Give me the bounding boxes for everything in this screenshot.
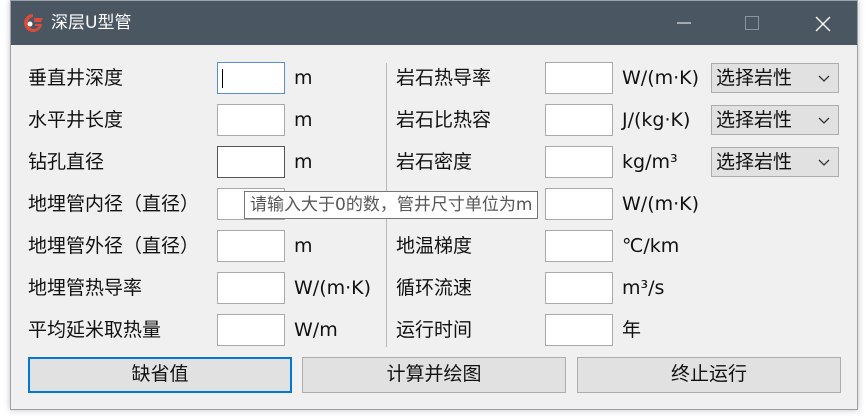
text-caret [222, 69, 223, 88]
input-hidden-param[interactable] [545, 188, 613, 220]
chevron-down-icon [818, 75, 830, 82]
unit-geothermal-gradient: ℃/km [622, 235, 680, 257]
label-pipe-inner-diameter: 地埋管内径（直径） [28, 193, 200, 215]
unit-pipe-outer-diameter: m [294, 235, 313, 257]
input-pipe-outer-diameter[interactable] [217, 230, 285, 262]
unit-rock-thermal-conductivity: W/(m·K) [622, 67, 700, 89]
chevron-down-icon [818, 117, 830, 124]
label-rock-thermal-conductivity: 岩石热导率 [396, 67, 492, 89]
window-title: 深层U型管 [51, 13, 132, 33]
unit-hidden-param: W/(m·K) [622, 193, 700, 215]
input-rock-density[interactable] [545, 146, 613, 178]
maximize-icon [745, 16, 759, 30]
input-geothermal-gradient[interactable] [545, 230, 613, 262]
label-vertical-depth: 垂直井深度 [28, 67, 124, 89]
label-pipe-thermal-conductivity: 地埋管热导率 [28, 277, 143, 299]
input-vertical-depth[interactable] [217, 62, 285, 94]
app-logo-icon [21, 12, 45, 34]
close-icon [815, 16, 831, 32]
label-borehole-diameter: 钻孔直径 [28, 151, 105, 173]
close-button[interactable] [799, 1, 845, 45]
unit-vertical-depth: m [294, 67, 313, 89]
select-rock-type-density[interactable]: 选择岩性 [711, 147, 839, 177]
unit-operating-time: 年 [622, 319, 642, 341]
input-circulation-flow-rate[interactable] [545, 272, 613, 304]
select-value: 选择岩性 [716, 67, 793, 89]
input-pipe-thermal-conductivity[interactable] [217, 272, 285, 304]
label-geothermal-gradient: 地温梯度 [396, 235, 473, 257]
input-horizontal-length[interactable] [217, 104, 285, 136]
label-circulation-flow-rate: 循环流速 [396, 277, 473, 299]
unit-horizontal-length: m [294, 109, 313, 131]
select-rock-type-conductivity[interactable]: 选择岩性 [711, 63, 839, 93]
label-rock-density: 岩石密度 [396, 151, 473, 173]
input-hint-tooltip: 请输入大于0的数，管井尺寸单位为m [244, 191, 539, 219]
minimize-button[interactable] [661, 1, 707, 45]
input-rock-heat-capacity[interactable] [545, 104, 613, 136]
unit-pipe-thermal-conductivity: W/(m·K) [294, 277, 372, 299]
title-bar[interactable]: 深层U型管 [11, 1, 857, 45]
select-rock-type-heat-capacity[interactable]: 选择岩性 [711, 105, 839, 135]
unit-heat-extraction-rate: W/m [294, 319, 338, 341]
minimize-icon [677, 22, 691, 24]
app-window: 深层U型管 垂直井深度 m 水平井长度 m 钻孔直径 m 地埋管内径（直径） 地… [10, 0, 858, 410]
unit-rock-density: kg/m³ [622, 151, 678, 173]
input-heat-extraction-rate[interactable] [217, 314, 285, 346]
input-rock-thermal-conductivity[interactable] [545, 62, 613, 94]
unit-circulation-flow-rate: m³/s [622, 277, 665, 299]
unit-borehole-diameter: m [294, 151, 313, 173]
maximize-button[interactable] [729, 1, 775, 45]
label-rock-heat-capacity: 岩石比热容 [396, 109, 492, 131]
label-operating-time: 运行时间 [396, 319, 473, 341]
chevron-down-icon [818, 159, 830, 166]
input-borehole-diameter[interactable] [217, 146, 285, 178]
stop-run-button[interactable]: 终止运行 [577, 357, 841, 393]
select-value: 选择岩性 [716, 151, 793, 173]
input-operating-time[interactable] [545, 314, 613, 346]
label-horizontal-length: 水平井长度 [28, 109, 124, 131]
label-pipe-outer-diameter: 地埋管外径（直径） [28, 235, 200, 257]
label-heat-extraction-rate: 平均延米取热量 [28, 319, 162, 341]
default-values-button[interactable]: 缺省值 [28, 357, 292, 393]
unit-rock-heat-capacity: J/(kg·K) [622, 109, 691, 131]
select-value: 选择岩性 [716, 109, 793, 131]
compute-and-plot-button[interactable]: 计算并绘图 [302, 357, 566, 393]
